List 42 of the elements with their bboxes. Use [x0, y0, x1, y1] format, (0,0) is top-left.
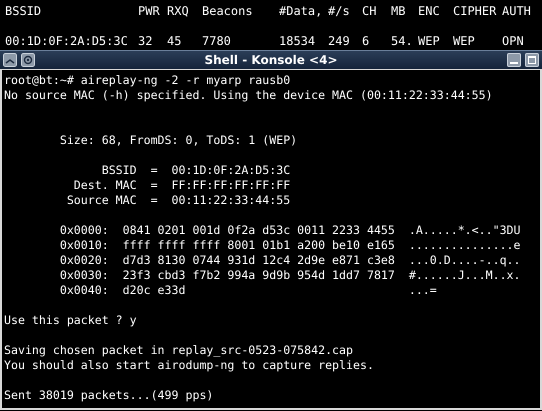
column-header: Beacons: [202, 4, 254, 20]
terminal-line: Dest. MAC = FF:FF:FF:FF:FF:FF: [72, 178, 290, 192]
table-cell-text: WEP: [418, 34, 441, 50]
table-cell-text: 32: [138, 34, 154, 50]
terminal-line: 0x0020: d7d3 8130 0744 931d 12c4 2d9e e871 c3e8 ...0.D....-..q..: [58, 253, 521, 267]
maximize-button[interactable]: [525, 53, 539, 67]
terminal-line: 0x0040: d20c e33d ...=: [58, 283, 437, 297]
column-header: PWR: [138, 4, 161, 20]
table-cell-text: 00:1D:0F:2A:D5:3C: [5, 34, 129, 50]
terminal-line: Source MAC = 00:11:22:33:44:55: [66, 193, 290, 207]
terminal-line: Sent 38019 packets...(499 pps): [4, 388, 214, 402]
terminal-line: 0x0010: ffff ffff ffff 8001 01b1 a200 be10 e165 ...............e: [58, 238, 521, 252]
column-header: MB: [391, 4, 406, 20]
terminal-line: Saving chosen packet in replay_src-0523-075842.cap: [4, 343, 354, 357]
column-header: AUTH: [502, 4, 532, 20]
terminal-line: 0x0030: 23f3 cbd3 f7b2 994a 9d9b 954d 1dd7 7817 #......J...M..x.: [58, 268, 521, 282]
table-cell-text: 249: [328, 34, 351, 50]
column-header: #Data,: [279, 4, 324, 20]
table-cell-text: 18534: [279, 34, 316, 50]
column-header: ENC: [418, 4, 441, 20]
minimize-button[interactable]: [507, 53, 521, 67]
terminal-line: You should also start airodump-ng to capture replies.: [4, 358, 374, 372]
window-title: Shell - Konsole <4>: [203, 52, 339, 69]
table-cell-text: 45: [167, 34, 182, 50]
terminal-line: No source MAC (-h) specified. Using the device MAC (00:11:22:33:44:55): [4, 88, 493, 102]
table-cell-text: 54.: [391, 34, 414, 50]
table-cell-text: 6: [362, 34, 370, 50]
column-header: CIPHER: [453, 4, 498, 20]
terminal-line: Size: 68, FromDS: 0, ToDS: 1 (WEP): [58, 133, 298, 147]
table-cell-text: OPN: [502, 34, 525, 50]
terminal-line: 0x0000: 0841 0201 001d 0f2a d53c 0011 2233 4455 .A.....*.<.."3DU: [58, 223, 521, 237]
column-header: #/s: [328, 4, 351, 20]
terminal-line: root@bt:~# aireplay-ng -2 -r myarp rausb0: [4, 73, 290, 87]
table-cell-text: WEP: [453, 34, 476, 50]
column-header: BSSID: [5, 4, 42, 20]
settings-icon[interactable]: [21, 53, 35, 67]
maximize-icon: [528, 56, 536, 64]
table-cell-text: 7780: [202, 34, 232, 50]
terminal-line: BSSID = 00:1D:0F:2A:D5:3C: [100, 163, 290, 177]
terminal-line: Use this packet ? y: [4, 313, 137, 327]
column-header: RXQ: [167, 4, 190, 20]
column-header: CH: [362, 4, 378, 20]
